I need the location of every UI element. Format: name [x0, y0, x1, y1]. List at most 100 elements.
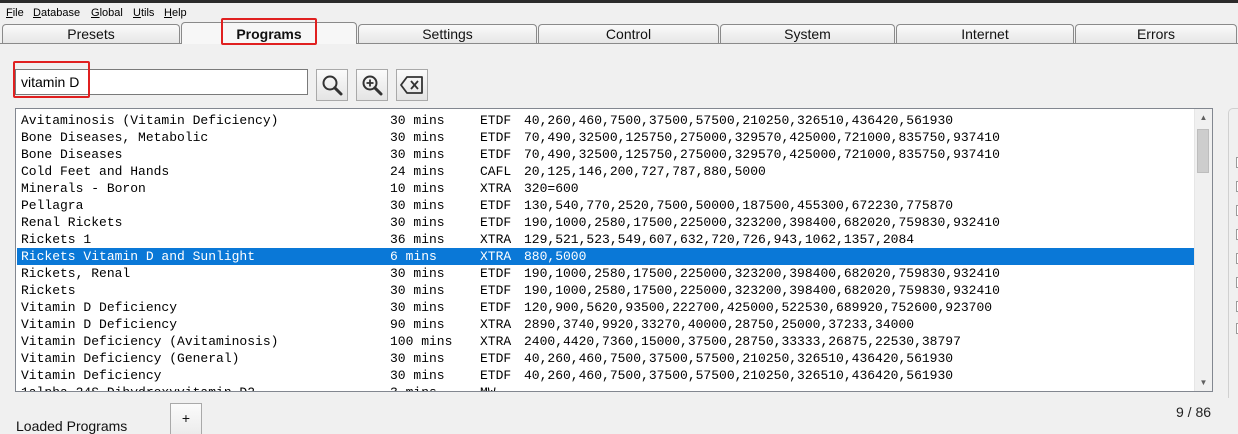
program-duration: 100 mins	[390, 334, 453, 349]
program-code: ETDF	[480, 283, 512, 298]
program-frequencies: 20,125,146,200,727,787,880,5000	[524, 164, 766, 179]
program-duration: 24 mins	[390, 164, 445, 179]
program-name: Bone Diseases, Metabolic	[21, 130, 209, 145]
program-row[interactable]: Rickets Vitamin D and Sunlight 6 mins XTRA…	[17, 248, 1195, 265]
program-row[interactable]: Vitamin Deficiency 30 mins ETDF 40,260,460,…	[17, 367, 1195, 384]
program-code: ETDF	[480, 368, 512, 383]
tab-presets[interactable]: Presets	[2, 24, 180, 43]
program-name: Rickets, Renal	[21, 266, 131, 281]
program-duration: 30 mins	[390, 266, 445, 281]
program-code: XTRA	[480, 181, 512, 196]
menu-item[interactable]: Database	[33, 7, 80, 20]
tab-settings[interactable]: Settings	[358, 24, 537, 43]
clear-input-icon	[400, 76, 423, 94]
program-duration: 30 mins	[390, 351, 445, 366]
right-panel-edge	[1228, 108, 1238, 398]
program-name: Bone Diseases	[21, 147, 123, 162]
zoom-in-button[interactable]	[356, 69, 388, 101]
program-row[interactable]: Bone Diseases, Metabolic 30 mins ETDF 70,49…	[17, 129, 1195, 146]
program-duration: 30 mins	[390, 368, 445, 383]
program-code: ETDF	[480, 300, 512, 315]
program-frequencies: 129,521,523,549,607,632,720,726,943,1062…	[524, 232, 915, 247]
program-row[interactable]: Pellagra 30 mins ETDF 130,540,770,2520,7500…	[17, 197, 1195, 214]
program-duration: 6 mins	[390, 249, 437, 264]
program-frequencies: 40,260,460,7500,37500,57500,210250,32651…	[524, 113, 954, 128]
program-duration: 10 mins	[390, 181, 445, 196]
program-frequencies: 2400,4420,7360,15000,37500,28750,33333,2…	[524, 334, 961, 349]
program-code: XTRA	[480, 334, 512, 349]
program-duration: 30 mins	[390, 300, 445, 315]
program-duration: 30 mins	[390, 130, 445, 145]
program-code: CAFL	[480, 164, 512, 179]
program-name: Avitaminosis (Vitamin Deficiency)	[21, 113, 279, 128]
program-row[interactable]: Renal Rickets 30 mins ETDF 190,1000,2580,17…	[17, 214, 1195, 231]
search-icon	[322, 75, 343, 96]
program-code: ETDF	[480, 215, 512, 230]
program-name: Vitamin Deficiency (Avitaminosis)	[21, 334, 279, 349]
program-duration: 90 mins	[390, 317, 445, 332]
program-row[interactable]: Vitamin D Deficiency 30 mins ETDF 120,900,5…	[17, 299, 1195, 316]
menu-item[interactable]: Utils	[133, 7, 154, 20]
program-frequencies: 40,260,460,7500,37500,57500,210250,32651…	[524, 368, 954, 383]
vertical-scrollbar[interactable]: ▲ ▼	[1194, 109, 1212, 391]
program-duration: 30 mins	[390, 283, 445, 298]
program-duration: 30 mins	[390, 113, 445, 128]
program-code: ETDF	[480, 113, 512, 128]
program-code: MW	[480, 384, 496, 391]
program-frequencies: 190,1000,2580,17500,225000,323200,398400…	[524, 215, 1000, 230]
program-name: Rickets Vitamin D and Sunlight	[21, 249, 256, 264]
program-frequencies: 70,490,32500,125750,275000,329570,425000…	[524, 130, 1000, 145]
program-code: XTRA	[480, 232, 512, 247]
program-row[interactable]: Avitaminosis (Vitamin Deficiency) 30 mins…	[17, 112, 1195, 129]
program-name: Vitamin D Deficiency	[21, 300, 178, 315]
search-button[interactable]	[316, 69, 348, 101]
menu-item[interactable]: Global	[91, 7, 123, 20]
program-row[interactable]: Rickets 30 mins ETDF 190,1000,2580,17500,22…	[17, 282, 1195, 299]
program-frequencies: 120,900,5620,93500,222700,425000,522530,…	[524, 300, 993, 315]
program-duration: 36 mins	[390, 232, 445, 247]
tab-system[interactable]: System	[720, 24, 895, 43]
program-duration: 30 mins	[390, 215, 445, 230]
program-frequencies: 70,490,32500,125750,275000,329570,425000…	[524, 147, 1000, 162]
program-frequencies: 320=600	[524, 181, 579, 196]
program-name: Rickets 1	[21, 232, 92, 247]
program-row[interactable]: Bone Diseases 30 mins ETDF 70,490,32500,125…	[17, 146, 1195, 163]
program-name: Vitamin D Deficiency	[21, 317, 178, 332]
program-frequencies: 130,540,770,2520,7500,50000,187500,45530…	[524, 198, 954, 213]
program-row[interactable]: Vitamin Deficiency (Avitaminosis) 100 min…	[17, 333, 1195, 350]
scroll-down-icon[interactable]: ▼	[1195, 374, 1212, 391]
program-rows: Avitaminosis (Vitamin Deficiency) 30 mins…	[17, 112, 1195, 391]
tab-control[interactable]: Control	[538, 24, 719, 43]
program-frequencies: 190,1000,2580,17500,225000,323200,398400…	[524, 283, 1000, 298]
zoom-in-icon	[362, 75, 383, 96]
program-name: Cold Feet and Hands	[21, 164, 170, 179]
program-row[interactable]: Vitamin D Deficiency 90 mins XTRA 2890,3740…	[17, 316, 1195, 333]
program-name: Vitamin Deficiency (General)	[21, 351, 240, 366]
program-row[interactable]: Cold Feet and Hands 24 mins CAFL 20,125,146…	[17, 163, 1195, 180]
scroll-up-icon[interactable]: ▲	[1195, 109, 1212, 126]
menu-item[interactable]: Help	[164, 7, 187, 20]
program-row[interactable]: Vitamin Deficiency (General) 30 mins ETDF 4…	[17, 350, 1195, 367]
search-input[interactable]	[15, 69, 308, 95]
tab-bar: Presets Programs Settings Control System Inte…	[0, 22, 1238, 44]
menu-item[interactable]: File	[6, 7, 24, 20]
program-code: ETDF	[480, 198, 512, 213]
program-row[interactable]: Rickets, Renal 30 mins ETDF 190,1000,2580,1…	[17, 265, 1195, 282]
tab-programs[interactable]: Programs	[181, 22, 357, 44]
program-code: ETDF	[480, 130, 512, 145]
program-list[interactable]: Avitaminosis (Vitamin Deficiency) 30 mins…	[15, 108, 1213, 392]
program-row[interactable]: Minerals - Boron 10 mins XTRA 320=600	[17, 180, 1195, 197]
scroll-thumb[interactable]	[1197, 129, 1209, 173]
program-name: 1alpha,24S-Dihydroxyvitamin D2	[21, 384, 255, 391]
program-code: ETDF	[480, 266, 512, 281]
add-program-button[interactable]: +	[170, 403, 202, 434]
program-row[interactable]: 1alpha,24S-Dihydroxyvitamin D2 3 mins MW	[17, 384, 1195, 391]
program-row[interactable]: Rickets 1 36 mins XTRA 129,521,523,549,607,…	[17, 231, 1195, 248]
clear-button[interactable]	[396, 69, 428, 101]
program-code: ETDF	[480, 351, 512, 366]
program-code: XTRA	[480, 317, 512, 332]
tab-internet[interactable]: Internet	[896, 24, 1074, 43]
program-frequencies: 880,5000	[524, 249, 587, 264]
tab-errors[interactable]: Errors	[1075, 24, 1237, 43]
program-name: Vitamin Deficiency	[21, 368, 162, 383]
